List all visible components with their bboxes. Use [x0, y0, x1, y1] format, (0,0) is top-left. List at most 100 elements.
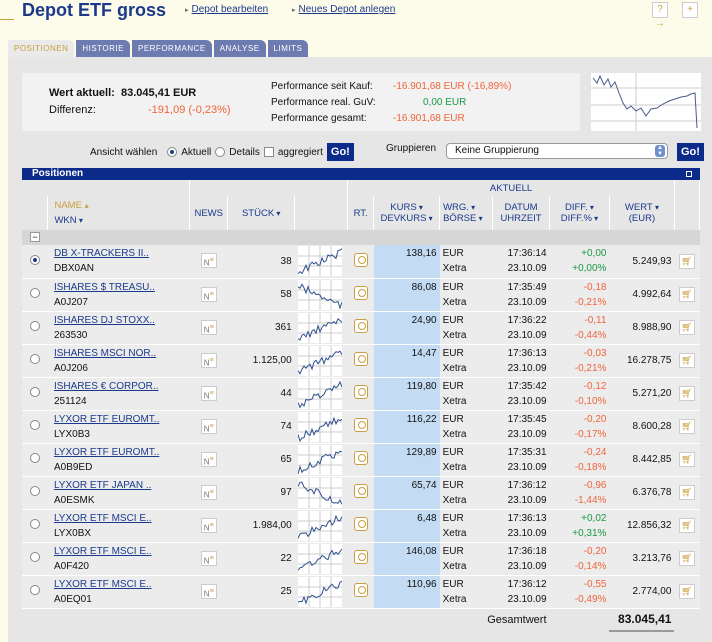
group-go-button[interactable]: Go!	[677, 143, 704, 161]
tab-performance[interactable]: PERFORMANCE	[131, 40, 212, 57]
sparkline-chart[interactable]	[297, 444, 342, 475]
sparkline-chart[interactable]	[297, 576, 342, 607]
table-row[interactable]: LYXOR ETF MSCI E.. A0F420 N≡ 22 146,08 EU…	[22, 542, 700, 576]
sort-boerse[interactable]: BÖRSE	[443, 213, 489, 224]
sparkline-chart[interactable]	[297, 312, 342, 343]
news-icon[interactable]: N≡	[200, 583, 217, 599]
new-depot-link[interactable]: Neues Depot anlegen	[292, 4, 396, 15]
position-name-link[interactable]: DB X-TRACKERS II..	[54, 248, 149, 259]
table-row[interactable]: LYXOR ETF MSCI E.. A0EQ01 N≡ 25 110,96 EU…	[22, 575, 700, 609]
clock-icon[interactable]	[353, 418, 368, 432]
row-select-radio[interactable]	[29, 354, 40, 364]
cart-icon[interactable]: 🛒︎	[678, 452, 695, 467]
news-icon[interactable]: N≡	[200, 451, 217, 467]
table-row[interactable]: ISHARES DJ STOXX.. 263530 N≡ 361 24,90 EU…	[22, 311, 700, 345]
grouping-select[interactable]: Keine Gruppierung ▲ ▼	[446, 143, 668, 159]
cart-icon[interactable]: 🛒︎	[678, 551, 695, 566]
radio-details[interactable]	[215, 147, 226, 157]
depot-chart[interactable]	[591, 73, 701, 131]
sort-kurs[interactable]: KURS	[377, 202, 436, 213]
cart-icon[interactable]: 🛒︎	[678, 386, 695, 401]
cart-icon[interactable]: 🛒︎	[678, 253, 695, 269]
table-row[interactable]: LYXOR ETF EUROMT.. A0B9ED N≡ 65 129,89 EU…	[22, 443, 700, 477]
cart-icon[interactable]: 🛒︎	[678, 518, 695, 533]
row-select-radio[interactable]	[29, 585, 40, 595]
table-row[interactable]: DB X-TRACKERS II.. DBX0AN N≡ 38 138,16 EU…	[22, 245, 700, 279]
position-name-link[interactable]: LYXOR ETF EUROMT..	[54, 447, 159, 458]
row-select-radio[interactable]	[29, 552, 40, 562]
radio-aktuell[interactable]	[167, 147, 178, 157]
sparkline-chart[interactable]	[297, 345, 342, 376]
position-name-link[interactable]: LYXOR ETF MSCI E..	[54, 579, 152, 590]
tab-historie[interactable]: HISTORIE	[76, 40, 130, 57]
clock-icon[interactable]	[353, 286, 368, 300]
sort-wrg[interactable]: WRG.	[443, 202, 489, 213]
clock-icon[interactable]	[353, 319, 368, 333]
row-select-radio[interactable]	[29, 453, 40, 463]
sort-diff[interactable]: DIFF.	[553, 202, 606, 213]
news-icon[interactable]: N≡	[200, 550, 217, 566]
row-select-radio[interactable]	[29, 321, 40, 331]
sort-wert[interactable]: WERT	[613, 202, 671, 213]
tab-positionen[interactable]: POSITIONEN	[8, 40, 75, 57]
news-icon[interactable]: N≡	[200, 418, 217, 434]
sparkline-chart[interactable]	[297, 411, 342, 442]
row-select-radio[interactable]	[29, 254, 40, 265]
table-row[interactable]: LYXOR ETF MSCI E.. LYX0BX N≡ 1.984,00 6,4…	[22, 509, 700, 543]
clock-icon[interactable]	[353, 252, 368, 267]
clock-icon[interactable]	[353, 550, 368, 564]
sparkline-chart[interactable]	[297, 477, 342, 508]
news-icon[interactable]: N≡	[200, 352, 217, 368]
tab-analyse[interactable]: ANALYSE	[213, 40, 266, 57]
sort-stueck[interactable]: STÜCK	[227, 196, 296, 230]
sparkline-chart[interactable]	[297, 378, 342, 409]
table-row[interactable]: LYXOR ETF JAPAN .. A0ESMK N≡ 97 65,74 EUR…	[22, 476, 700, 510]
collapse-button[interactable]: −	[30, 232, 40, 242]
cart-icon[interactable]: 🛒︎	[678, 287, 695, 302]
table-row[interactable]: ISHARES € CORPOR.. 251124 N≡ 44 119,80 EU…	[22, 377, 700, 411]
cart-icon[interactable]: 🛒︎	[678, 485, 695, 500]
row-select-radio[interactable]	[29, 288, 40, 298]
row-select-radio[interactable]	[29, 519, 40, 529]
sort-wkn[interactable]: WKN	[54, 215, 186, 226]
clock-icon[interactable]	[353, 484, 368, 498]
view-go-button[interactable]: Go!	[326, 143, 354, 161]
row-select-radio[interactable]	[29, 387, 40, 397]
clock-icon[interactable]	[353, 352, 368, 366]
table-row[interactable]: LYXOR ETF EUROMT.. LYX0B3 N≡ 74 116,22 EU…	[22, 410, 700, 444]
news-icon[interactable]: N≡	[200, 286, 217, 302]
position-name-link[interactable]: ISHARES € CORPOR..	[54, 381, 158, 392]
position-name-link[interactable]: LYXOR ETF MSCI E..	[54, 513, 152, 524]
news-icon[interactable]: N≡	[200, 319, 217, 335]
help-icon[interactable]: ?→	[652, 2, 668, 29]
sort-devkurs[interactable]: DEVKURS	[377, 213, 436, 224]
position-name-link[interactable]: LYXOR ETF JAPAN ..	[54, 480, 151, 491]
sparkline-chart[interactable]	[297, 510, 342, 541]
maximize-icon[interactable]	[686, 171, 692, 177]
sparkline-chart[interactable]	[297, 543, 342, 574]
position-name-link[interactable]: ISHARES MSCI NOR..	[54, 348, 156, 359]
tab-limits[interactable]: LIMITS	[267, 40, 309, 57]
clock-icon[interactable]	[353, 517, 368, 531]
news-icon[interactable]: N≡	[200, 385, 217, 401]
row-select-radio[interactable]	[29, 420, 40, 430]
sort-name[interactable]: NAME ▴	[54, 200, 186, 211]
table-row[interactable]: ISHARES MSCI NOR.. A0J206 N≡ 1.125,00 14,…	[22, 344, 700, 378]
sort-diffp[interactable]: DIFF.%	[553, 213, 606, 224]
cart-icon[interactable]: 🛒︎	[678, 353, 695, 368]
news-icon[interactable]: N≡	[200, 253, 217, 269]
edit-depot-link[interactable]: Depot bearbeiten	[185, 4, 269, 15]
cart-icon[interactable]: 🛒︎	[678, 320, 695, 335]
news-icon[interactable]: N≡	[200, 484, 217, 500]
position-name-link[interactable]: ISHARES DJ STOXX..	[54, 315, 155, 326]
position-name-link[interactable]: LYXOR ETF EUROMT..	[54, 414, 159, 425]
position-name-link[interactable]: LYXOR ETF MSCI E..	[54, 546, 152, 557]
clock-icon[interactable]	[353, 451, 368, 465]
position-name-link[interactable]: ISHARES $ TREASU..	[54, 282, 155, 293]
row-select-radio[interactable]	[29, 486, 40, 496]
news-icon[interactable]: N≡	[200, 517, 217, 533]
cart-icon[interactable]: 🛒︎	[678, 419, 695, 434]
aggregiert-checkbox[interactable]	[263, 147, 274, 157]
sparkline-chart[interactable]	[297, 246, 342, 277]
clock-icon[interactable]	[353, 583, 368, 597]
